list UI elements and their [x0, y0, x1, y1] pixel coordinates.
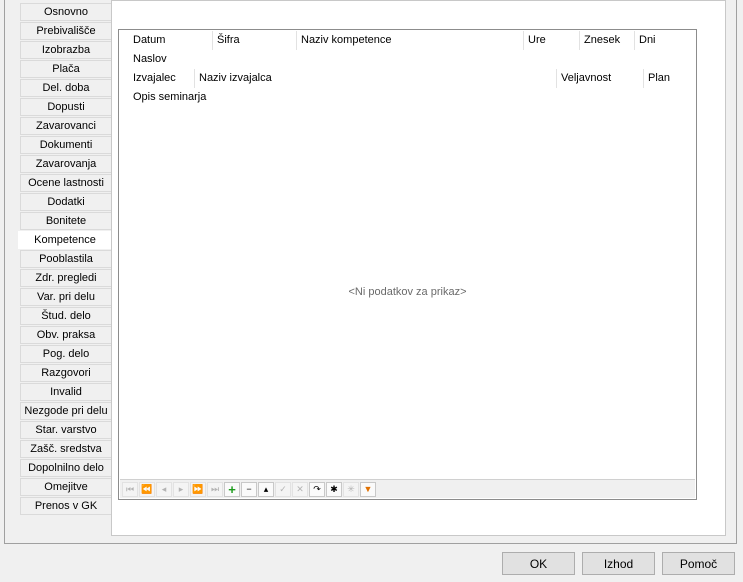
empty-grid-message: <Ni podatkov za prikaz> — [348, 286, 467, 298]
grid-header-row-4: Opis seminarja — [129, 88, 686, 107]
tab-zdr-pregledi[interactable]: Zdr. pregledi — [20, 269, 112, 287]
exit-button[interactable]: Izhod — [582, 552, 655, 575]
grid-header-row-3: Izvajalec Naziv izvajalca Veljavnost Pla… — [129, 69, 686, 88]
tab-osnovno[interactable]: Osnovno — [20, 3, 112, 21]
nav-first-page-icon[interactable]: ⏮ — [122, 481, 138, 497]
col-sifra[interactable]: Šifra — [213, 31, 297, 50]
col-dni[interactable]: Dni — [635, 31, 687, 50]
tab-dodatki[interactable]: Dodatki — [20, 193, 112, 211]
col-datum[interactable]: Datum — [129, 31, 213, 50]
tab-kompetence[interactable]: Kompetence — [18, 231, 112, 249]
tab-list: Osnovno Prebivališče Izobrazba Plača Del. do… — [18, 3, 112, 516]
tab-bonitete[interactable]: Bonitete — [20, 212, 112, 230]
tab-izobrazba[interactable]: Izobrazba — [20, 41, 112, 59]
nav-edit-icon[interactable]: ▴ — [258, 481, 274, 497]
tab-pog-delo[interactable]: Pog. delo — [20, 345, 112, 363]
nav-bookmark-icon[interactable]: ✱ — [326, 481, 342, 497]
nav-goto-bookmark-icon[interactable]: ✳ — [343, 481, 359, 497]
tab-dopusti[interactable]: Dopusti — [20, 98, 112, 116]
col-znesek[interactable]: Znesek — [580, 31, 635, 50]
tab-prenos-v-gk[interactable]: Prenos v GK — [20, 497, 112, 515]
ok-button[interactable]: OK — [502, 552, 575, 575]
tab-pooblastila[interactable]: Pooblastila — [20, 250, 112, 268]
tab-omejitve[interactable]: Omejitve — [20, 478, 112, 496]
tab-razgovori[interactable]: Razgovori — [20, 364, 112, 382]
grid-navigator: ⏮ ⏪ ◂ ▸ ⏩ ⏭ + − ▴ ✓ ✕ ↷ ✱ ✳ ▼ — [120, 479, 695, 498]
col-veljavnost[interactable]: Veljavnost — [557, 69, 644, 88]
tab-ocene-lastnosti[interactable]: Ocene lastnosti — [20, 174, 112, 192]
tab-del-doba[interactable]: Del. doba — [20, 79, 112, 97]
nav-post-icon[interactable]: ✓ — [275, 481, 291, 497]
tab-zasc-sredstva[interactable]: Zašč. sredstva — [20, 440, 112, 458]
tab-invalid[interactable]: Invalid — [20, 383, 112, 401]
tab-placa[interactable]: Plača — [20, 60, 112, 78]
nav-cancel-icon[interactable]: ✕ — [292, 481, 308, 497]
nav-next-page-icon[interactable]: ⏩ — [190, 481, 206, 497]
col-izvajalec[interactable]: Izvajalec — [129, 69, 195, 88]
nav-next-record-icon[interactable]: ▸ — [173, 481, 189, 497]
nav-prev-record-icon[interactable]: ◂ — [156, 481, 172, 497]
tab-zavarovanci[interactable]: Zavarovanci — [20, 117, 112, 135]
col-plan[interactable]: Plan — [644, 69, 687, 88]
tab-star-varstvo[interactable]: Star. varstvo — [20, 421, 112, 439]
col-naziv-izvajalca[interactable]: Naziv izvajalca — [195, 69, 557, 88]
tab-prebivalisce[interactable]: Prebivališče — [20, 22, 112, 40]
help-button[interactable]: Pomoč — [662, 552, 735, 575]
kompetence-grid[interactable]: Datum Šifra Naziv kompetence Ure Znesek … — [118, 29, 697, 500]
grid-header-row-1: Datum Šifra Naziv kompetence Ure Znesek … — [129, 31, 686, 50]
col-opis-seminarja[interactable]: Opis seminarja — [129, 88, 687, 107]
tab-zavarovanja[interactable]: Zavarovanja — [20, 155, 112, 173]
col-ure[interactable]: Ure — [524, 31, 580, 50]
nav-filter-icon[interactable]: ▼ — [360, 481, 376, 497]
tab-dopolnilno-delo[interactable]: Dopolnilno delo — [20, 459, 112, 477]
tab-nezgode-pri-delu[interactable]: Nezgode pri delu — [20, 402, 112, 420]
nav-delete-icon[interactable]: − — [241, 481, 257, 497]
nav-add-icon[interactable]: + — [224, 481, 240, 497]
nav-last-page-icon[interactable]: ⏭ — [207, 481, 223, 497]
col-naziv-kompetence[interactable]: Naziv kompetence — [297, 31, 524, 50]
tab-dokumenti[interactable]: Dokumenti — [20, 136, 112, 154]
tab-var-pri-delu[interactable]: Var. pri delu — [20, 288, 112, 306]
nav-prev-page-icon[interactable]: ⏪ — [139, 481, 155, 497]
tab-obv-praksa[interactable]: Obv. praksa — [20, 326, 112, 344]
grid-header-row-2: Naslov — [129, 50, 686, 69]
nav-refresh-icon[interactable]: ↷ — [309, 481, 325, 497]
col-naslov[interactable]: Naslov — [129, 50, 687, 69]
tab-stud-delo[interactable]: Štud. delo — [20, 307, 112, 325]
